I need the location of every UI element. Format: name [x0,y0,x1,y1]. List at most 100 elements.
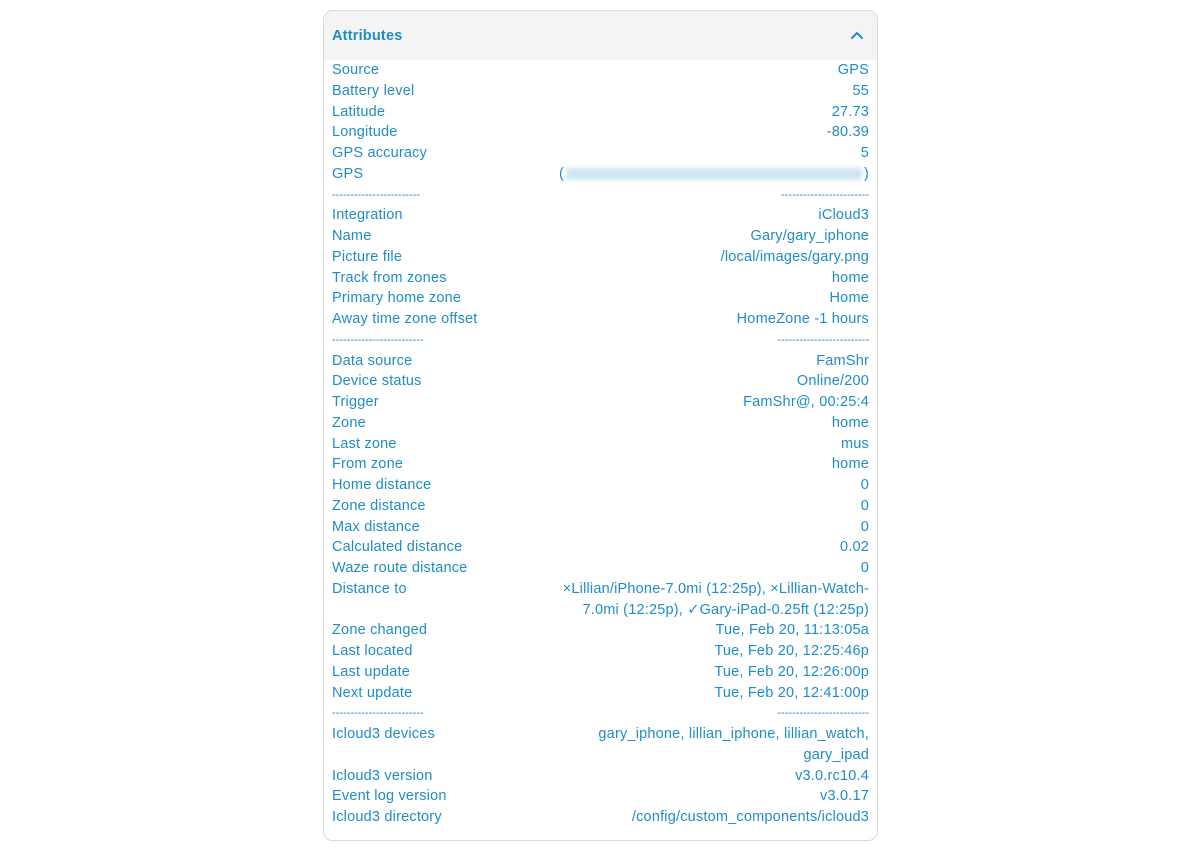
gps-close-paren: ) [863,165,869,182]
attribute-label: Picture file [332,248,403,265]
separator-right: ------------------------- [777,707,869,720]
attribute-value: FamShr [816,352,869,369]
attribute-row: Picture file/local/images/gary.png [332,247,869,268]
attribute-row: Last located Tue, Feb 20, 12:25:46p [332,641,869,662]
attribute-row: Distance to ×Lillian/iPhone-7.0mi (12:25p… [332,579,869,621]
chevron-up-icon[interactable] [846,25,868,47]
attribute-value: -80.39 [826,124,869,141]
attribute-row: Waze route distance 0 [332,558,869,579]
attribute-row: Primary home zone Home [332,288,869,309]
attribute-row: Icloud3 version v3.0.rc10.4 [332,766,869,787]
attribute-value: home [831,456,869,473]
attribute-label: Zone changed [332,622,428,639]
attribute-value: /config/custom_components/icloud3 [631,809,869,825]
attribute-value: ×Lillian/iPhone-7.0mi (12:25p), ×Lillian… [562,580,869,618]
attributes-header[interactable]: Attributes [324,11,877,60]
attribute-label: From zone [332,456,404,473]
attribute-value: () [559,164,869,185]
attribute-label: Longitude [332,124,398,141]
attribute-value: home [831,414,869,431]
attribute-label: Trigger [332,394,379,410]
attribute-row: Trigger FamShr@, 00:25:4 [332,392,869,413]
attribute-value: Tue, Feb 20, 12:25:46p [714,643,869,659]
attribute-row: Source GPS [332,60,869,81]
attribute-value: 55 [852,82,869,99]
attribute-value: 5 [860,145,869,161]
attribute-value: Online/200 [796,373,869,390]
separator-left: ------------------------ [332,188,420,201]
attribute-label: Icloud3 version [332,767,433,784]
attribute-value: mus [841,435,869,452]
attribute-label: Home distance [332,477,432,493]
attribute-label: Last zone [332,435,397,452]
attribute-row: Integration iCloud3 [332,205,869,226]
attribute-value: Tue, Feb 20, 12:41:00p [714,684,869,701]
attribute-value: FamShr@, 00:25:4 [743,394,869,410]
redacted-coordinates [565,167,862,180]
attribute-label: Zone distance [332,497,426,514]
attribute-value: Tue, Feb 20, 12:26:00p [714,663,869,680]
attribute-value: Gary/gary_iphone [750,228,869,244]
attribute-row: Data source FamShr [332,351,869,372]
separator-row: ------------------------ ----------------… [332,185,869,206]
attribute-label: Event log version [332,788,447,805]
attribute-row: Last zone mus [332,434,869,455]
attribute-value: HomeZone -1 hours [736,311,869,327]
attribute-value: Tue, Feb 20, 11:13:05a [715,622,869,639]
separator-row: ------------------------- ---------------… [332,330,869,351]
attribute-value: 0.02 [839,539,869,556]
attribute-value: /local/images/gary.png [720,248,869,265]
attribute-label: Max distance [332,518,420,535]
attribute-label: Next update [332,684,413,701]
attribute-label: Name [332,228,372,244]
attribute-row: Name Gary/gary_iphone [332,226,869,247]
attribute-label: Source [332,62,380,78]
attribute-row: GPS accuracy 5 [332,143,869,164]
attribute-row: Home distance 0 [332,475,869,496]
attribute-row: Zone changed Tue, Feb 20, 11:13:05a [332,620,869,641]
attribute-label: Data source [332,352,413,369]
attribute-label: Calculated distance [332,539,463,556]
attribute-value: iCloud3 [818,207,869,224]
attribute-value: 0 [860,477,869,493]
attribute-value: 0 [860,497,869,514]
separator-left: ------------------------- [332,333,424,346]
attributes-title: Attributes [332,27,403,44]
attribute-row: GPS () [332,164,869,185]
attribute-row: Icloud3 devices gary_iphone, lillian_ipho… [332,724,869,766]
attribute-row: Battery level 55 [332,81,869,102]
separator-right: ------------------------ [781,188,869,201]
attribute-value: 27.73 [831,103,869,120]
attribute-row: Track from zones home [332,268,869,289]
attributes-card: Attributes Source GPS Battery level 55 Latit… [323,10,878,841]
separator-right: ------------------------- [777,333,869,346]
attributes-list: Source GPS Battery level 55 Latitude 27.73 Lon… [324,60,877,828]
gps-open-paren: ( [558,165,564,182]
attribute-row: Icloud3 directory/config/custom_componen… [332,807,869,828]
attribute-label: Distance to [332,580,407,597]
attribute-value: 0 [860,560,869,576]
separator-left: ------------------------- [332,707,424,720]
attribute-row: Event log version v3.0.17 [332,786,869,807]
attribute-row: Max distance 0 [332,517,869,538]
attribute-label: Away time zone offset [332,311,478,327]
attribute-value: v3.0.rc10.4 [795,767,869,784]
attribute-row: Away time zone offset HomeZone -1 hours [332,309,869,330]
attribute-row: Last update Tue, Feb 20, 12:26:00p [332,662,869,683]
attribute-label: Last update [332,663,410,680]
attribute-label: Zone [332,414,366,431]
attribute-row: Zone distance 0 [332,496,869,517]
attribute-label: GPS [332,165,364,182]
attribute-label: Device status [332,373,422,390]
attribute-value: v3.0.17 [820,788,869,805]
attribute-row: Next update Tue, Feb 20, 12:41:00p [332,683,869,704]
attribute-label: Primary home zone [332,290,462,307]
attribute-row: From zone home [332,454,869,475]
attribute-row: Latitude 27.73 [332,102,869,123]
attribute-row: Zone home [332,413,869,434]
attribute-label: Track from zones [332,269,447,286]
attribute-label: Latitude [332,103,386,120]
attribute-value: gary_iphone, lillian_iphone, lillian_wat… [598,726,869,763]
attribute-label: Battery level [332,82,415,99]
attribute-value: GPS [837,62,869,78]
